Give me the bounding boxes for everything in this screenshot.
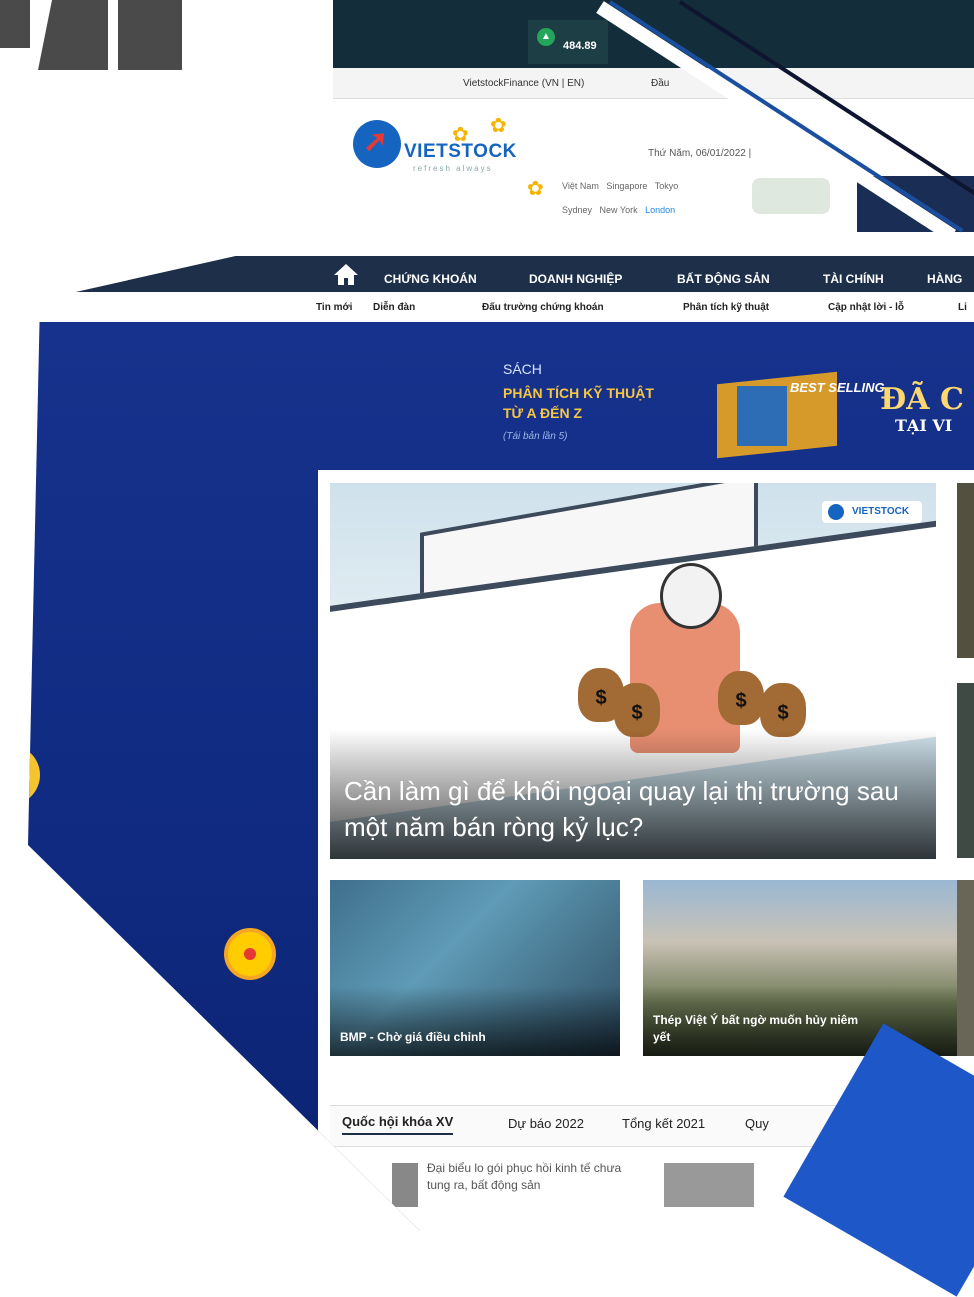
side-article-thumb[interactable] [957,880,974,1056]
world-map-icon [752,178,830,214]
book-cover-image [737,386,787,446]
banner-headline-sub: TẠI VI [895,416,953,435]
logo-tagline: refresh always [413,164,493,173]
top-links-bar: VietstockFinance (VN | EN) Đầu [333,68,974,99]
side-article-thumb[interactable] [957,483,974,658]
world-clock-row: Sydney New York London [562,205,675,215]
decorative-letter [0,0,30,48]
top-link-vietstockfinance[interactable]: VietstockFinance (VN | EN) [463,78,584,89]
nav-doanh-nghiep[interactable]: DOANH NGHIỆP [529,272,622,286]
banner-headline: ĐÃ C [880,382,964,417]
tab-quy[interactable]: Quy [745,1116,769,1131]
banner-subtitle: TỪ A ĐẾN Z [503,405,583,421]
nav-bat-dong-san[interactable]: BẤT ĐỘNG SẢN [677,272,770,286]
card-title[interactable]: Thép Việt Ý bất ngờ muốn hủy niêm yết [653,1012,873,1046]
city-vietnam[interactable]: Việt Nam [562,181,599,191]
tab-quoc-hoi[interactable]: Quốc hội khóa XV [342,1114,454,1135]
subnav-phan-tich[interactable]: Phân tích kỹ thuật [683,302,769,313]
city-newyork[interactable]: New York [600,205,638,215]
apricot-flower-icon [228,932,272,976]
top-link-dau[interactable]: Đầu [651,78,669,89]
money-bag-icon: $ [718,671,764,725]
article-card[interactable]: BMP - Chờ giá điều chỉnh [330,880,620,1056]
world-clock-row: Việt Nam Singapore Tokyo [562,181,678,191]
apricot-flower-icon: ✿ [452,124,469,146]
news-thumbnail[interactable] [664,1163,754,1207]
apricot-flower-icon: ✿ [490,115,507,137]
apricot-flower-icon: ✿ [527,178,544,200]
banner-title: PHÂN TÍCH KỸ THUẬT [503,385,654,401]
current-date: Thứ Năm, 06/01/2022 | [648,148,752,159]
banner-label: SÁCH [503,361,542,377]
decorative-letter [118,0,182,70]
tab-tong-ket[interactable]: Tổng kết 2021 [622,1116,705,1131]
subnav-more[interactable]: Li [958,302,967,313]
nav-tai-chinh[interactable]: TÀI CHÍNH [823,272,884,286]
logo-arrow-icon: ➚ [363,125,389,158]
index-value: 484.89 [563,40,597,52]
city-tokyo[interactable]: Tokyo [655,181,679,191]
article-card[interactable]: Thép Việt Ý bất ngờ muốn hủy niêm yết [643,880,957,1056]
watermark-logo: VIETSTOCK [822,501,922,523]
subnav-cap-nhat[interactable]: Cập nhật lời - lỗ [828,302,904,313]
decorative-letter [38,0,108,70]
city-singapore[interactable]: Singapore [606,181,647,191]
subnav-dau-truong[interactable]: Đấu trường chứng khoán [482,302,604,313]
nav-chung-khoan[interactable]: CHỨNG KHOÁN [384,272,477,286]
city-london[interactable]: London [645,205,675,215]
news-snippet[interactable]: Đại biểu lo gói phục hồi kinh tế chưa tu… [427,1160,637,1194]
hero-article[interactable]: $ $ $ $ VIETSTOCK Cần làm gì để khối ngo… [330,483,936,859]
best-selling-badge: BEST SELLING [790,380,885,395]
subnav-dien-dan[interactable]: Diễn đàn [373,302,415,313]
website-screenshot: ▲ 484.89 VietstockFinance (VN | EN) Đầu … [28,0,974,1231]
investor-illustration [660,563,722,629]
home-icon[interactable] [333,262,359,286]
up-arrow-icon: ▲ [537,28,555,46]
tab-du-bao[interactable]: Dự báo 2022 [508,1116,584,1131]
subnav-tin-moi[interactable]: Tin mới [316,302,352,313]
banner-edition: (Tái bản lần 5) [503,431,568,442]
city-sydney[interactable]: Sydney [562,205,592,215]
news-thumbnail[interactable] [392,1163,418,1207]
hero-headline[interactable]: Cần làm gì để khối ngoại quay lại thị tr… [344,773,904,845]
card-title[interactable]: BMP - Chờ giá điều chỉnh [340,1029,486,1046]
nav-hang[interactable]: HÀNG [927,272,962,286]
side-article-thumb[interactable] [957,683,974,858]
